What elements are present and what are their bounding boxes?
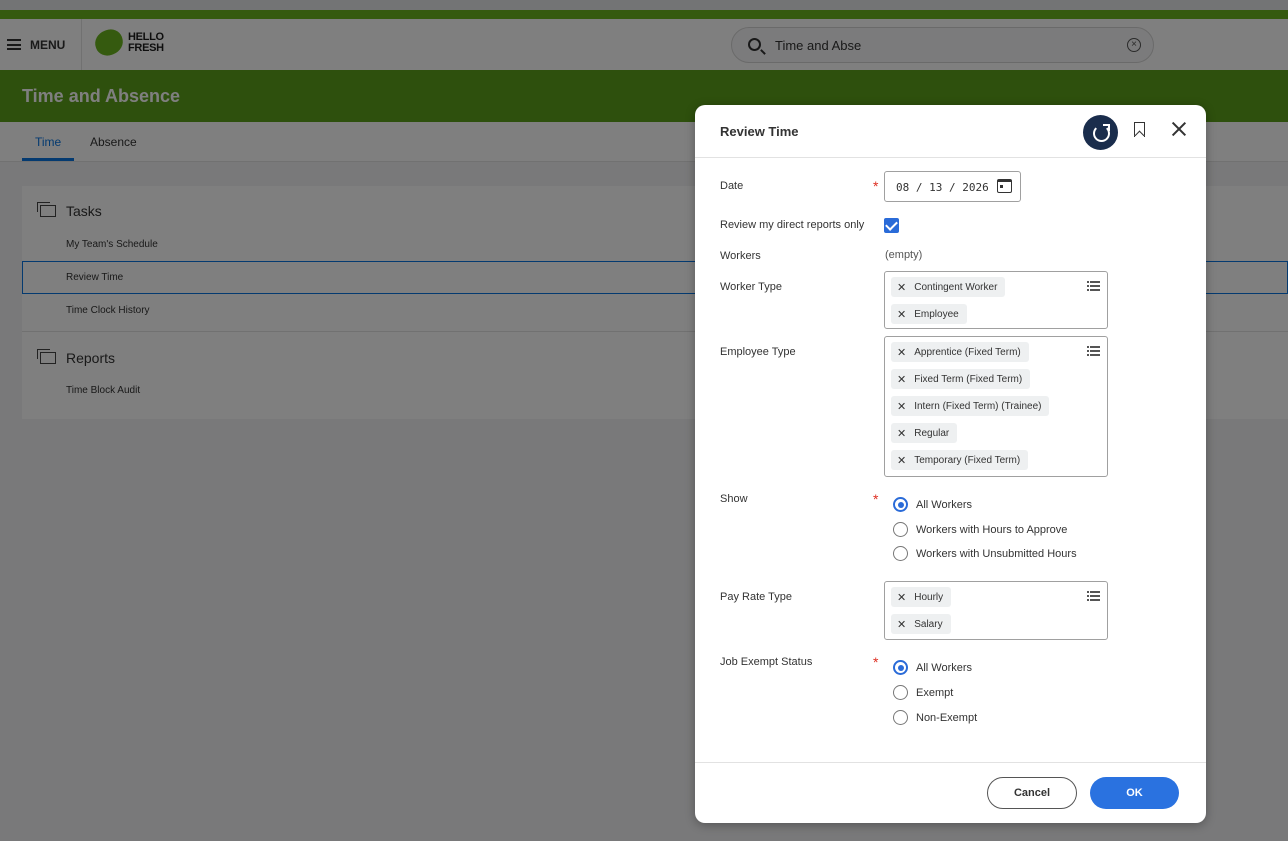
employee-type-multiselect[interactable]: ✕ Apprentice (Fixed Term) ✕ Fixed Term (Fi… (884, 336, 1108, 477)
radio-label: All Workers (916, 662, 973, 674)
show-all-workers-radio[interactable] (893, 497, 908, 512)
selected-pill: ✕ Contingent Worker (891, 277, 1006, 297)
radio-label: All Workers (916, 499, 973, 511)
direct-reports-checkbox[interactable] (884, 218, 899, 233)
header-divider (695, 157, 1206, 158)
selected-pill: ✕ Temporary (Fixed Term) (891, 450, 1029, 470)
footer-divider (695, 762, 1206, 763)
radio-label: Non-Exempt (916, 712, 978, 724)
date-label: Date (720, 180, 744, 192)
remove-icon[interactable]: ✕ (897, 373, 906, 386)
remove-icon[interactable]: ✕ (897, 618, 906, 631)
date-field[interactable]: 08 / 13 / 2026 (884, 171, 1021, 202)
exempt-radio[interactable] (893, 685, 908, 700)
required-marker: * (873, 178, 879, 194)
radio-label: Exempt (916, 687, 954, 699)
selected-pill: ✕ Apprentice (Fixed Term) (891, 342, 1029, 362)
refresh-icon[interactable] (1083, 115, 1118, 150)
show-label: Show (720, 493, 748, 505)
close-icon[interactable] (1169, 119, 1189, 139)
remove-icon[interactable]: ✕ (897, 454, 906, 467)
dialog-title: Review Time (720, 124, 799, 139)
radio-label: Workers with Hours to Approve (916, 524, 1068, 536)
worker-type-label: Worker Type (720, 281, 782, 293)
remove-icon[interactable]: ✕ (897, 346, 906, 359)
workers-value: (empty) (885, 249, 923, 261)
selected-pill: ✕ Salary (891, 614, 951, 634)
employee-type-label: Employee Type (720, 346, 796, 358)
non-exempt-radio[interactable] (893, 710, 908, 725)
selected-pill: ✕ Employee (891, 304, 967, 324)
selected-pill: ✕ Fixed Term (Fixed Term) (891, 369, 1031, 389)
required-marker: * (873, 491, 879, 507)
ok-button[interactable]: OK (1090, 777, 1179, 809)
list-icon[interactable] (1087, 281, 1100, 291)
selected-pill: ✕ Regular (891, 423, 958, 443)
selected-pill: ✕ Intern (Fixed Term) (Trainee) (891, 396, 1050, 416)
remove-icon[interactable]: ✕ (897, 281, 906, 294)
list-icon[interactable] (1087, 591, 1100, 601)
list-icon[interactable] (1087, 346, 1100, 356)
cancel-button[interactable]: Cancel (987, 777, 1077, 809)
calendar-icon[interactable] (997, 179, 1012, 193)
review-time-dialog: Review Time Date * 08 / 13 / 2026 Review… (695, 105, 1206, 823)
exempt-all-workers-radio[interactable] (893, 660, 908, 675)
pay-rate-type-label: Pay Rate Type (720, 591, 792, 603)
pay-rate-type-multiselect[interactable]: ✕ Hourly ✕ Salary (884, 581, 1108, 640)
remove-icon[interactable]: ✕ (897, 427, 906, 440)
show-unsubmitted-hours-radio[interactable] (893, 546, 908, 561)
worker-type-multiselect[interactable]: ✕ Contingent Worker ✕ Employee (884, 271, 1108, 329)
bookmark-icon[interactable] (1134, 122, 1145, 137)
remove-icon[interactable]: ✕ (897, 400, 906, 413)
required-marker: * (873, 654, 879, 670)
remove-icon[interactable]: ✕ (897, 591, 906, 604)
job-exempt-status-label: Job Exempt Status (720, 656, 813, 668)
direct-reports-label: Review my direct reports only (720, 219, 865, 231)
radio-label: Workers with Unsubmitted Hours (916, 548, 1077, 560)
selected-pill: ✕ Hourly (891, 587, 952, 607)
remove-icon[interactable]: ✕ (897, 308, 906, 321)
workers-label: Workers (720, 250, 761, 262)
show-hours-to-approve-radio[interactable] (893, 522, 908, 537)
